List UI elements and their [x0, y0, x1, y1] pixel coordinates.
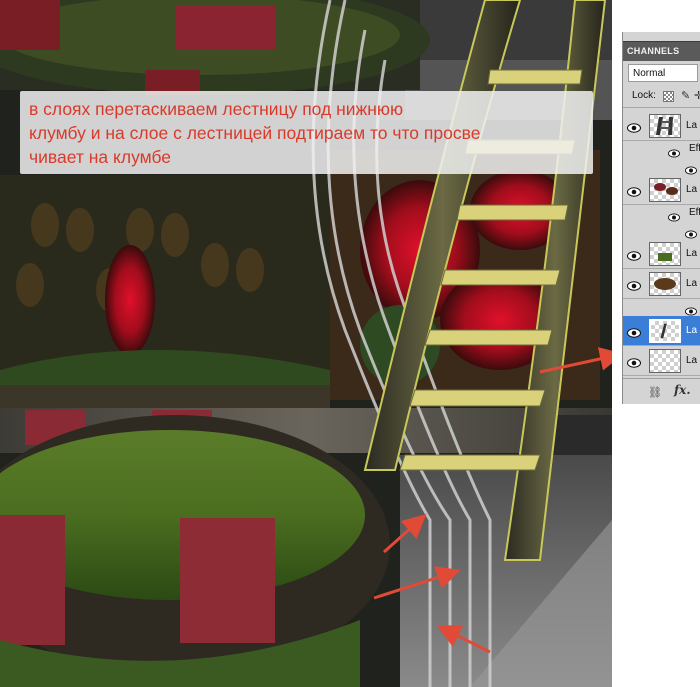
visibility-eye-icon[interactable] [627, 120, 641, 133]
effects-row[interactable]: Effe [623, 205, 700, 222]
layers-panel: CHANNELS Normal Lock: ✎ ✛ La Effe La Effe La… [622, 32, 700, 404]
lock-label: Lock: [632, 90, 656, 101]
panel-footer: ⛓ fx. [623, 378, 700, 404]
layer-name: La [686, 248, 698, 259]
effect-eye-icon[interactable] [685, 226, 697, 239]
lock-brush-icon[interactable]: ✎ [681, 89, 690, 102]
effects-row[interactable]: Effe [623, 141, 700, 158]
effect-item-row[interactable] [623, 299, 700, 316]
document-canvas[interactable]: в слоях перетаскиваем лестницу под нижню… [0, 0, 612, 687]
annotation-text: в слоях перетаскиваем лестницу под нижню… [29, 99, 481, 167]
layer-thumbnail [649, 272, 681, 296]
tab-channels[interactable]: CHANNELS [627, 46, 679, 56]
layer-row[interactable]: La [623, 269, 700, 299]
annotation-box: в слоях перетаскиваем лестницу под нижню… [20, 91, 593, 174]
effects-eye-icon[interactable] [668, 209, 680, 222]
blend-mode-select[interactable]: Normal [628, 64, 698, 82]
lock-row: Lock: ✎ ✛ [623, 85, 700, 108]
arrow-1 [382, 513, 427, 554]
link-icon[interactable]: ⛓ [648, 386, 662, 399]
visibility-eye-icon[interactable] [627, 325, 641, 338]
panel-header: CHANNELS [623, 41, 700, 61]
arrow-2 [373, 566, 461, 600]
layer-name: La [686, 120, 698, 131]
effects-label: Effe [689, 143, 700, 154]
fx-icon[interactable]: fx. [674, 383, 691, 397]
layer-thumbnail [649, 349, 681, 373]
visibility-eye-icon[interactable] [627, 355, 641, 368]
effect-eye-icon[interactable] [685, 303, 697, 316]
visibility-eye-icon[interactable] [627, 184, 641, 197]
layer-row[interactable]: La [623, 316, 700, 346]
layer-name: La [686, 184, 698, 195]
layer-thumbnail [649, 319, 681, 343]
layer-row[interactable]: La [623, 239, 700, 269]
arrow-3 [436, 625, 491, 654]
lock-transparent-icon[interactable] [663, 91, 674, 102]
effects-label: Effe [689, 207, 700, 218]
effect-item-row[interactable] [623, 222, 700, 239]
layer-row[interactable]: La [623, 111, 700, 141]
layer-name: La [686, 325, 698, 336]
lock-position-icon[interactable]: ✛ [694, 89, 700, 102]
effect-item-row[interactable] [623, 158, 700, 175]
layer-thumbnail [649, 178, 681, 202]
layer-name: La [686, 278, 698, 289]
visibility-eye-icon[interactable] [627, 248, 641, 261]
layer-name: La [686, 355, 698, 366]
layer-row[interactable]: La [623, 346, 700, 376]
arrow-to-layer [539, 347, 612, 374]
effect-eye-icon[interactable] [685, 162, 697, 175]
layer-row[interactable]: La [623, 175, 700, 205]
layer-thumbnail [649, 114, 681, 138]
layer-thumbnail [649, 242, 681, 266]
visibility-eye-icon[interactable] [627, 278, 641, 291]
effects-eye-icon[interactable] [668, 145, 680, 158]
